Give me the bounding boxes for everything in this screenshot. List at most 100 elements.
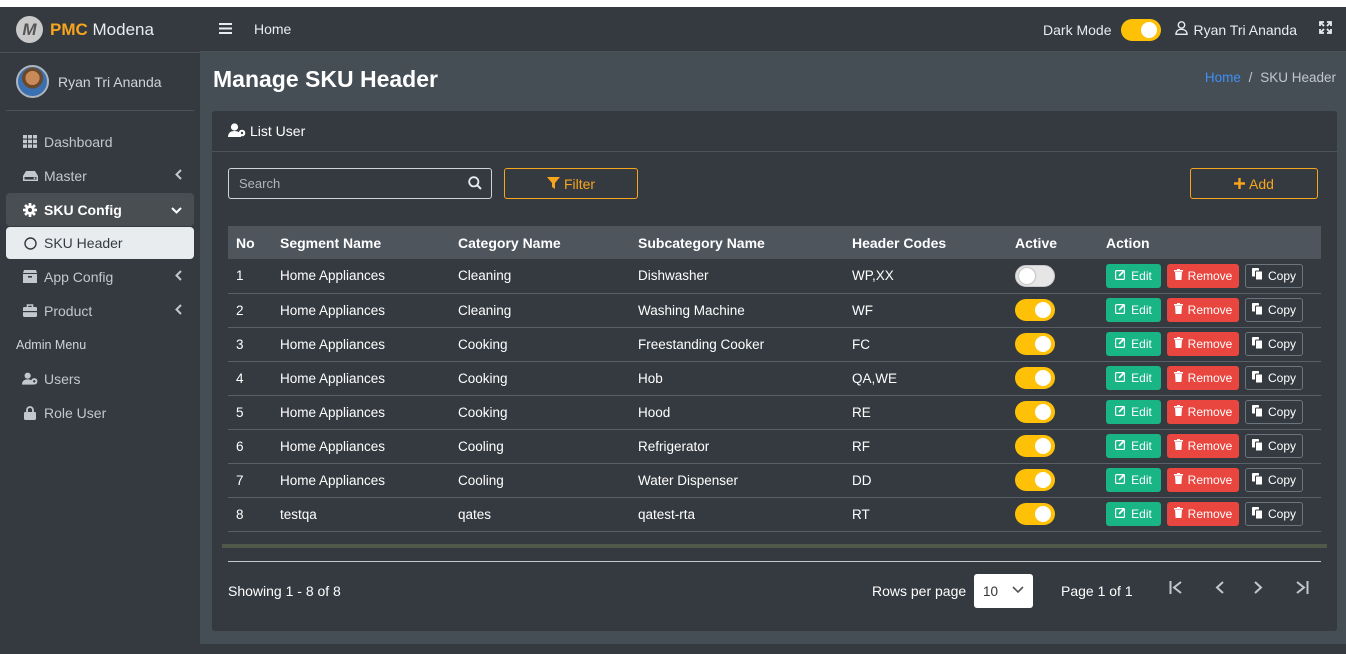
remove-label: Remove xyxy=(1187,473,1233,487)
page-title: Manage SKU Header xyxy=(213,66,438,92)
edit-icon xyxy=(1115,303,1126,317)
cell-category: Cooling xyxy=(458,438,504,454)
remove-label: Remove xyxy=(1187,337,1233,351)
active-toggle[interactable] xyxy=(1015,367,1055,389)
cell-action: Edit Remove Copy xyxy=(1098,429,1321,463)
menu-icon[interactable] xyxy=(219,19,232,39)
copy-button[interactable]: Copy xyxy=(1245,298,1303,322)
copy-button[interactable]: Copy xyxy=(1245,400,1303,424)
user-panel[interactable]: Ryan Tri Ananda xyxy=(6,53,194,111)
remove-button[interactable]: Remove xyxy=(1167,366,1239,390)
copy-button[interactable]: Copy xyxy=(1245,366,1303,390)
brand-name: PMC Modena xyxy=(50,19,154,39)
cell-subcategory: Dishwasher xyxy=(638,268,709,284)
column-header-active[interactable]: Active xyxy=(1007,226,1098,259)
copy-button[interactable]: Copy xyxy=(1245,468,1303,492)
table-row: 5 Home Appliances Cooking Hood RE Edit Remove C… xyxy=(228,395,1321,429)
copy-button[interactable]: Copy xyxy=(1245,502,1303,526)
fullscreen-icon[interactable] xyxy=(1319,21,1332,38)
edit-button[interactable]: Edit xyxy=(1106,434,1161,458)
column-header-no[interactable]: No xyxy=(228,226,272,259)
edit-button[interactable]: Edit xyxy=(1106,400,1161,424)
edit-button[interactable]: Edit xyxy=(1106,502,1161,526)
remove-button[interactable]: Remove xyxy=(1167,298,1239,322)
remove-button[interactable]: Remove xyxy=(1167,400,1239,424)
edit-button[interactable]: Edit xyxy=(1106,298,1161,322)
cell-header-codes: RF xyxy=(852,438,870,454)
active-toggle[interactable] xyxy=(1015,299,1055,321)
topbar-user-menu[interactable]: Ryan Tri Ananda xyxy=(1175,21,1297,38)
search-field[interactable] xyxy=(228,168,492,199)
cell-action: Edit Remove Copy xyxy=(1098,497,1321,531)
edit-button[interactable]: Edit xyxy=(1106,263,1161,288)
next-page-icon[interactable] xyxy=(1254,581,1263,599)
search-icon[interactable] xyxy=(468,176,482,193)
prev-page-icon[interactable] xyxy=(1215,581,1224,599)
sidebar-item-role-user[interactable]: Role User xyxy=(6,396,194,429)
copy-icon xyxy=(1251,438,1263,454)
cell-header-codes: WP,XX xyxy=(852,268,894,284)
sidebar-item-app-config[interactable]: App Config xyxy=(6,260,194,293)
edit-icon xyxy=(1115,507,1126,521)
column-header-segment[interactable]: Segment Name xyxy=(272,226,450,259)
rows-per-page-label: Rows per page xyxy=(872,583,967,599)
filter-button[interactable]: Filter xyxy=(504,168,638,199)
active-toggle[interactable] xyxy=(1015,333,1055,355)
remove-button[interactable]: Remove xyxy=(1167,332,1239,356)
active-toggle[interactable] xyxy=(1015,435,1055,457)
edit-label: Edit xyxy=(1131,507,1152,521)
cell-action: Edit Remove Copy xyxy=(1098,395,1321,429)
active-toggle[interactable] xyxy=(1015,503,1055,525)
remove-label: Remove xyxy=(1187,371,1233,385)
edit-button[interactable]: Edit xyxy=(1106,468,1161,492)
remove-button[interactable]: Remove xyxy=(1167,263,1239,288)
table-row: 1 Home Appliances Cleaning Dishwasher WP,XX E… xyxy=(228,259,1321,293)
sidebar-item-product[interactable]: Product xyxy=(6,294,194,327)
copy-label: Copy xyxy=(1267,507,1296,521)
brand[interactable]: M PMC Modena xyxy=(0,7,200,53)
active-toggle[interactable] xyxy=(1015,469,1055,491)
table-row: 2 Home Appliances Cleaning Washing Machine W… xyxy=(228,293,1321,327)
column-header-category[interactable]: Category Name xyxy=(450,226,630,259)
sidebar-item-master[interactable]: Master xyxy=(6,159,194,192)
edit-button[interactable]: Edit xyxy=(1106,332,1161,356)
remove-button[interactable]: Remove xyxy=(1167,502,1239,526)
edit-button[interactable]: Edit xyxy=(1106,366,1161,390)
active-toggle[interactable] xyxy=(1015,264,1055,287)
first-page-icon[interactable] xyxy=(1169,581,1183,599)
sidebar-item-label: Role User xyxy=(44,404,107,421)
column-header-codes[interactable]: Header Codes xyxy=(844,226,1007,259)
trash-icon xyxy=(1173,439,1183,453)
add-button[interactable]: Add xyxy=(1190,168,1318,199)
hdd-icon xyxy=(22,170,38,182)
footer-divider xyxy=(228,561,1321,562)
cell-header-codes: RT xyxy=(852,506,870,522)
table-scrollbar[interactable] xyxy=(222,544,1327,548)
copy-button[interactable]: Copy xyxy=(1245,434,1303,458)
topbar-home-link[interactable]: Home xyxy=(254,21,291,37)
copy-button[interactable]: Copy xyxy=(1245,263,1303,288)
search-input[interactable] xyxy=(229,176,454,191)
sidebar-item-sku-config[interactable]: SKU Config xyxy=(6,193,194,226)
cell-segment: Home Appliances xyxy=(280,302,386,318)
active-toggle[interactable] xyxy=(1015,401,1055,423)
breadcrumb-home-link[interactable]: Home xyxy=(1205,70,1241,85)
column-header-action: Action xyxy=(1106,234,1150,251)
copy-icon xyxy=(1251,370,1263,386)
briefcase-icon xyxy=(22,304,38,317)
copy-button[interactable]: Copy xyxy=(1245,332,1303,356)
copy-label: Copy xyxy=(1267,268,1296,283)
sidebar-item-label: Product xyxy=(44,302,93,319)
sidebar-item-users[interactable]: Users xyxy=(6,362,194,395)
column-header-subcategory[interactable]: Subcategory Name xyxy=(630,226,844,259)
remove-button[interactable]: Remove xyxy=(1167,434,1239,458)
rows-per-page-select[interactable]: 10 xyxy=(974,574,1033,608)
sidebar-item-dashboard[interactable]: Dashboard xyxy=(6,125,194,158)
dark-mode-toggle[interactable] xyxy=(1121,18,1162,41)
last-page-icon[interactable] xyxy=(1295,581,1309,599)
remove-button[interactable]: Remove xyxy=(1167,468,1239,492)
edit-icon xyxy=(1115,439,1126,453)
cell-subcategory: Hood xyxy=(638,404,671,420)
sidebar-item-sku-header[interactable]: SKU Header xyxy=(6,227,194,259)
rows-per-page-value: 10 xyxy=(983,583,999,599)
